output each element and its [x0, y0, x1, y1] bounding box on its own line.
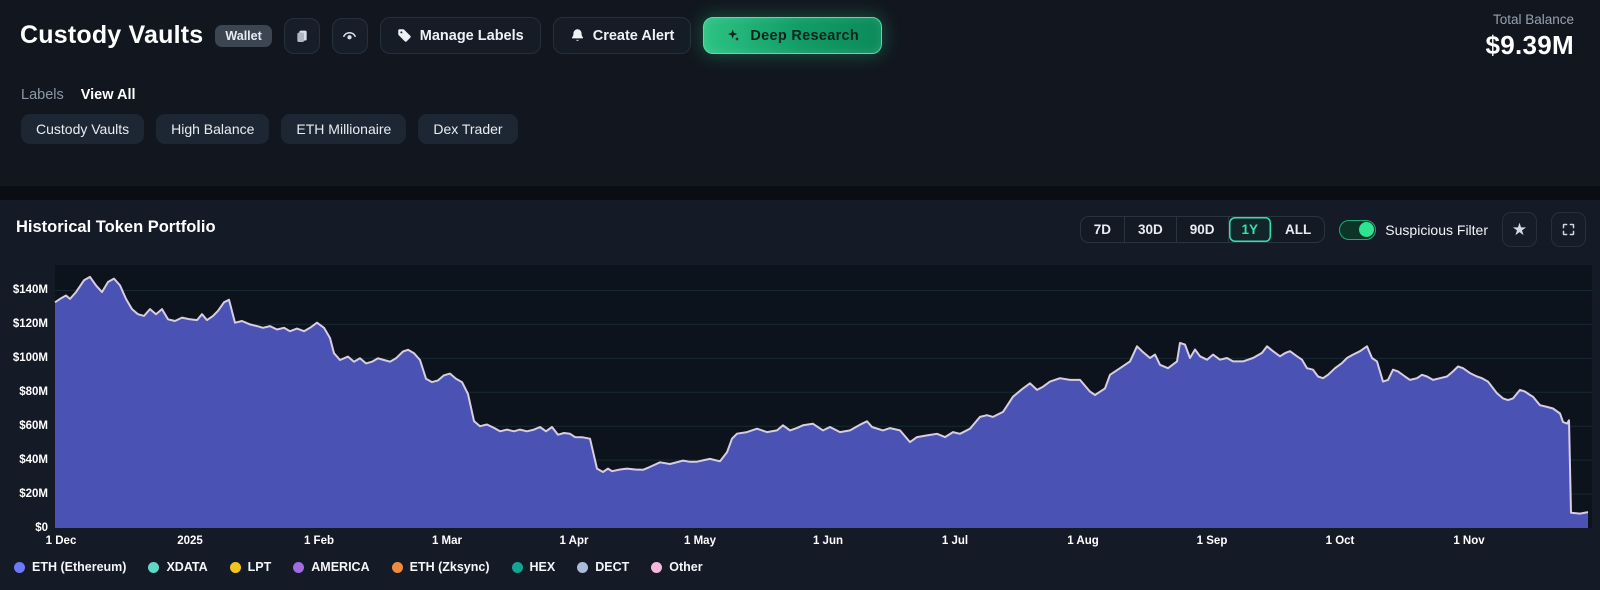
- range-90d[interactable]: 90D: [1177, 217, 1229, 242]
- page-title: Custody Vaults: [20, 21, 203, 50]
- y-tick-label: $40M: [0, 454, 48, 466]
- range-all[interactable]: ALL: [1272, 217, 1324, 242]
- legend-label: ETH (Ethereum): [32, 560, 126, 574]
- legend-label: Other: [669, 560, 702, 574]
- wallet-badge: Wallet: [215, 25, 271, 47]
- legend-item-eth-zksync-[interactable]: ETH (Zksync): [392, 560, 490, 574]
- label-chip-dex-trader[interactable]: Dex Trader: [418, 114, 517, 144]
- area-fill: [55, 277, 1588, 528]
- sparkle-icon: [726, 28, 742, 44]
- x-tick-label: 1 Apr: [539, 535, 609, 547]
- legend-dot: [577, 562, 588, 573]
- suspicious-filter-label: Suspicious Filter: [1385, 222, 1488, 238]
- x-tick-label: 1 Sep: [1177, 535, 1247, 547]
- chart-legend: ETH (Ethereum) XDATA LPT AMERICA ETH (Zksync…: [14, 560, 703, 574]
- x-tick-label: 1 Oct: [1305, 535, 1375, 547]
- legend-item-america[interactable]: AMERICA: [293, 560, 369, 574]
- legend-item-eth-ethereum-[interactable]: ETH (Ethereum): [14, 560, 126, 574]
- bell-icon: [570, 28, 585, 43]
- y-tick-label: $120M: [0, 318, 48, 330]
- section-divider: [0, 186, 1600, 200]
- y-tick-label: $20M: [0, 488, 48, 500]
- manage-labels-label: Manage Labels: [420, 28, 524, 44]
- x-tick-label: 1 Mar: [412, 535, 482, 547]
- labels-caption: Labels: [21, 87, 64, 103]
- y-tick-label: $0: [0, 522, 48, 534]
- legend-label: HEX: [530, 560, 556, 574]
- fullscreen-icon: [1561, 222, 1576, 237]
- copy-icon: [294, 28, 310, 44]
- legend-label: AMERICA: [311, 560, 369, 574]
- legend-dot: [512, 562, 523, 573]
- star-icon: ★: [1512, 221, 1527, 238]
- label-chip-eth-millionaire[interactable]: ETH Millionaire: [281, 114, 406, 144]
- legend-dot: [293, 562, 304, 573]
- suspicious-filter-toggle[interactable]: [1339, 220, 1376, 240]
- x-tick-label: 1 Feb: [284, 535, 354, 547]
- label-chip-high-balance[interactable]: High Balance: [156, 114, 269, 144]
- total-balance-label: Total Balance: [1485, 12, 1574, 27]
- legend-label: ETH (Zksync): [410, 560, 490, 574]
- legend-item-lpt[interactable]: LPT: [230, 560, 272, 574]
- deep-research-button[interactable]: Deep Research: [703, 17, 882, 54]
- legend-dot: [14, 562, 25, 573]
- toggle-knob: [1359, 222, 1374, 237]
- legend-dot: [230, 562, 241, 573]
- total-balance-value: $9.39M: [1485, 30, 1574, 61]
- legend-item-other[interactable]: Other: [651, 560, 702, 574]
- header-section: Custody Vaults Wallet Manage Labels Crea…: [0, 0, 1600, 186]
- range-30d[interactable]: 30D: [1125, 217, 1177, 242]
- legend-label: DECT: [595, 560, 629, 574]
- fullscreen-button[interactable]: [1551, 212, 1586, 247]
- legend-item-xdata[interactable]: XDATA: [148, 560, 207, 574]
- legend-dot: [148, 562, 159, 573]
- create-alert-label: Create Alert: [593, 28, 675, 44]
- chart-panel: Historical Token Portfolio 7D30D90D1YALL…: [0, 200, 1600, 590]
- portfolio-area-chart[interactable]: [55, 265, 1592, 528]
- legend-label: XDATA: [166, 560, 207, 574]
- x-tick-label: 1 Jul: [920, 535, 990, 547]
- y-tick-label: $80M: [0, 386, 48, 398]
- legend-dot: [392, 562, 403, 573]
- tag-icon: [397, 28, 412, 43]
- total-balance: Total Balance $9.39M: [1485, 12, 1574, 61]
- view-all-link[interactable]: View All: [81, 87, 136, 103]
- wallet-dashboard: { "header": { "title": "Custody Vaults",…: [0, 0, 1600, 590]
- x-tick-label: 1 May: [665, 535, 735, 547]
- range-1y[interactable]: 1Y: [1229, 217, 1273, 242]
- label-chips: Custody Vaults High Balance ETH Millionair…: [21, 114, 518, 144]
- x-tick-label: 1 Dec: [26, 535, 96, 547]
- deep-research-label: Deep Research: [750, 28, 859, 44]
- watch-icon: [341, 27, 358, 44]
- legend-label: LPT: [248, 560, 272, 574]
- x-tick-label: 1 Jun: [793, 535, 863, 547]
- legend-item-hex[interactable]: HEX: [512, 560, 556, 574]
- manage-labels-button[interactable]: Manage Labels: [380, 17, 541, 54]
- x-tick-label: 2025: [155, 535, 225, 547]
- portfolio-chart[interactable]: $140M $120M $100M $80M $60M $40M $20M $0 1 Dec 2…: [0, 258, 1600, 554]
- y-tick-label: $140M: [0, 284, 48, 296]
- x-tick-label: 1 Aug: [1048, 535, 1118, 547]
- copy-button[interactable]: [284, 18, 320, 54]
- label-chip-custody-vaults[interactable]: Custody Vaults: [21, 114, 144, 144]
- y-tick-label: $60M: [0, 420, 48, 432]
- y-tick-label: $100M: [0, 352, 48, 364]
- legend-item-dect[interactable]: DECT: [577, 560, 629, 574]
- create-alert-button[interactable]: Create Alert: [553, 17, 692, 54]
- chart-title: Historical Token Portfolio: [16, 218, 216, 237]
- favorite-button[interactable]: ★: [1502, 212, 1537, 247]
- watch-button[interactable]: [332, 18, 368, 54]
- time-range-selector: 7D30D90D1YALL: [1080, 216, 1326, 243]
- legend-dot: [651, 562, 662, 573]
- x-tick-label: 1 Nov: [1434, 535, 1504, 547]
- range-7d[interactable]: 7D: [1081, 217, 1125, 242]
